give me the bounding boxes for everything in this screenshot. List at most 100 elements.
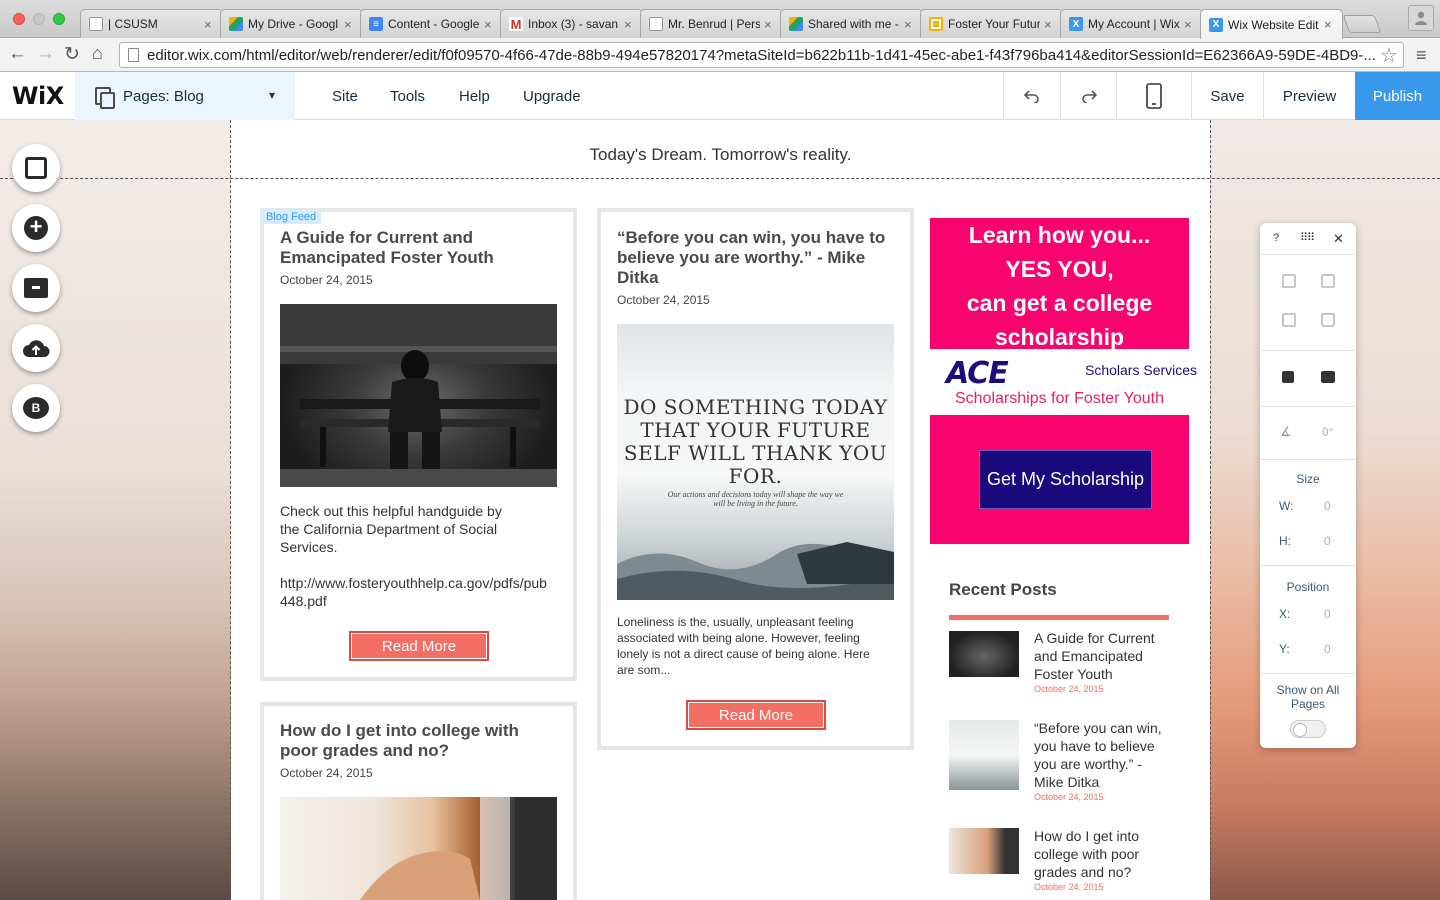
redo-button[interactable] bbox=[1060, 72, 1116, 120]
paste-icon[interactable] bbox=[1321, 274, 1335, 288]
menu-help[interactable]: Help bbox=[459, 72, 490, 120]
drag-handle-icon[interactable]: ⠿⠿ bbox=[1300, 231, 1315, 244]
add-button[interactable]: + bbox=[12, 204, 60, 252]
menu-site[interactable]: Site bbox=[332, 72, 358, 120]
mobile-view-button[interactable] bbox=[1116, 72, 1191, 120]
site-tagline[interactable]: Today's Dream. Tomorrow's reality. bbox=[231, 145, 1210, 165]
recent-post-thumbnail[interactable] bbox=[949, 828, 1019, 874]
rotation-value[interactable]: 0° bbox=[1322, 425, 1333, 439]
scholarship-ad-banner[interactable]: Learn how you... YES YOU, can get a coll… bbox=[930, 218, 1189, 349]
recent-post-title[interactable]: How do I get into college with poor grad… bbox=[1034, 827, 1174, 881]
tab-close-icon[interactable]: × bbox=[624, 17, 636, 32]
menu-tools[interactable]: Tools bbox=[390, 72, 425, 120]
show-on-all-pages-toggle[interactable] bbox=[1290, 720, 1326, 738]
publish-button[interactable]: Publish bbox=[1355, 72, 1440, 120]
forward-arrow-icon[interactable]: → bbox=[36, 43, 55, 65]
browser-tab[interactable]: ≡ Content - Google × bbox=[360, 9, 503, 38]
duplicate-icon[interactable] bbox=[1282, 313, 1296, 327]
recent-post-date: October 24, 2015 bbox=[1034, 684, 1104, 694]
panel-divider bbox=[1260, 406, 1356, 407]
recent-post-thumbnail[interactable] bbox=[949, 720, 1019, 790]
wix-top-bar: WiX Pages: Blog ▾ Site Tools Help Upgrad… bbox=[0, 72, 1440, 120]
read-more-button[interactable]: Read More bbox=[686, 700, 826, 730]
copy-icon[interactable] bbox=[1282, 274, 1296, 288]
browser-tab[interactable]: | CSUSM × bbox=[80, 9, 223, 38]
gridline-right bbox=[1210, 120, 1211, 900]
minimize-window-button[interactable] bbox=[33, 13, 45, 25]
get-scholarship-button[interactable]: Get My Scholarship bbox=[979, 450, 1152, 509]
header-gridline bbox=[0, 178, 1440, 179]
ad-headline: scholarship bbox=[994, 324, 1125, 349]
arrange-icon[interactable] bbox=[1321, 371, 1335, 383]
menu-upgrade[interactable]: Upgrade bbox=[523, 72, 581, 120]
address-bar[interactable]: editor.wix.com/html/editor/web/renderer/… bbox=[119, 42, 1404, 68]
recent-posts-divider bbox=[949, 615, 1169, 620]
browser-tab[interactable]: My Drive - Googl × bbox=[220, 9, 363, 38]
ace-logo: ACE bbox=[946, 356, 1009, 391]
chevron-down-icon: ▾ bbox=[268, 88, 275, 102]
bring-forward-icon[interactable] bbox=[1282, 371, 1294, 383]
height-label: H: bbox=[1279, 534, 1291, 548]
tab-close-icon[interactable]: × bbox=[484, 17, 496, 32]
upload-button[interactable] bbox=[12, 324, 60, 372]
close-window-button[interactable] bbox=[13, 13, 25, 25]
width-value[interactable]: 0 bbox=[1324, 499, 1331, 513]
post-title[interactable]: A Guide for Current and Emancipated Fost… bbox=[280, 228, 540, 268]
tab-close-icon[interactable]: × bbox=[1044, 17, 1056, 32]
recent-posts-title: Recent Posts bbox=[949, 580, 1057, 599]
ad-headline: can get a college bbox=[966, 290, 1153, 316]
tab-close-icon[interactable]: × bbox=[204, 17, 216, 32]
square-icon bbox=[25, 157, 47, 179]
recent-post-title[interactable]: “Before you can win, you have to believe… bbox=[1034, 719, 1174, 791]
new-tab-button[interactable] bbox=[1342, 15, 1382, 33]
read-more-button[interactable]: Read More bbox=[349, 631, 489, 661]
post-title[interactable]: How do I get into college with poor grad… bbox=[280, 721, 550, 761]
tab-close-icon[interactable]: × bbox=[1324, 17, 1336, 32]
browser-tab-active[interactable]: X Wix Website Edit × bbox=[1200, 9, 1343, 39]
save-button[interactable]: Save bbox=[1191, 72, 1263, 120]
back-arrow-icon[interactable]: ← bbox=[8, 43, 27, 65]
menu-label: Upgrade bbox=[523, 87, 581, 105]
hamburger-menu-icon[interactable]: ≡ bbox=[1416, 45, 1427, 66]
tab-label: Wix Website Edit bbox=[1228, 17, 1319, 32]
browser-tab[interactable]: Mr. Benrud | Pers × bbox=[640, 9, 783, 38]
preview-button[interactable]: Preview bbox=[1263, 72, 1355, 120]
tab-close-icon[interactable]: × bbox=[1184, 17, 1196, 32]
browser-tab[interactable]: X My Account | Wix × bbox=[1060, 9, 1203, 38]
background-button[interactable] bbox=[12, 144, 60, 192]
page-icon bbox=[649, 17, 663, 31]
redo-icon bbox=[1081, 90, 1097, 103]
tab-close-icon[interactable]: × bbox=[764, 17, 776, 32]
x-value[interactable]: 0 bbox=[1324, 607, 1331, 621]
blog-feed-badge: Blog Feed bbox=[261, 210, 322, 224]
browser-tab-bar: | CSUSM × My Drive - Googl × ≡ Content - Go… bbox=[0, 0, 1440, 39]
undo-button[interactable] bbox=[1003, 72, 1060, 120]
browser-tab[interactable]: M Inbox (3) - savan × bbox=[500, 9, 643, 38]
width-label: W: bbox=[1279, 499, 1294, 513]
post-link[interactable]: http://www.fosteryouthhelp.ca.gov/pdfs/p… bbox=[280, 574, 552, 610]
properties-panel: ? ⠿⠿ ✕ ∡ 0° Size W: 0 H: 0 Position X: 0… bbox=[1260, 223, 1356, 748]
tab-close-icon[interactable]: × bbox=[904, 17, 916, 32]
browser-tab[interactable]: Foster Your Futur × bbox=[920, 9, 1063, 38]
profile-icon[interactable] bbox=[1408, 5, 1434, 31]
blog-button[interactable]: B bbox=[12, 384, 60, 432]
help-icon[interactable]: ? bbox=[1273, 232, 1279, 244]
cloud-upload-icon bbox=[23, 340, 50, 357]
tab-close-icon[interactable]: × bbox=[344, 17, 356, 32]
browser-tab[interactable]: Shared with me - × bbox=[780, 9, 923, 38]
trash-icon[interactable] bbox=[1321, 313, 1335, 327]
post-title[interactable]: “Before you can win, you have to believe… bbox=[617, 228, 897, 288]
recent-post-title[interactable]: A Guide for Current and Emancipated Fost… bbox=[1034, 629, 1174, 683]
recent-post-thumbnail[interactable] bbox=[949, 631, 1019, 677]
reload-icon[interactable]: ↻ bbox=[64, 43, 80, 66]
image-quote-text: DO SOMETHING TODAY THAT YOUR FUTURE SELF… bbox=[623, 395, 888, 488]
rotate-icon[interactable]: ∡ bbox=[1280, 424, 1292, 440]
pages-dropdown[interactable]: Pages: Blog ▾ bbox=[75, 72, 295, 120]
y-value[interactable]: 0 bbox=[1324, 642, 1331, 656]
height-value[interactable]: 0 bbox=[1324, 534, 1331, 548]
maximize-window-button[interactable] bbox=[53, 13, 65, 25]
close-icon[interactable]: ✕ bbox=[1333, 231, 1344, 247]
bookmark-star-icon[interactable]: ☆ bbox=[1380, 43, 1398, 68]
app-market-button[interactable] bbox=[12, 264, 60, 312]
home-icon[interactable]: ⌂ bbox=[92, 43, 103, 64]
